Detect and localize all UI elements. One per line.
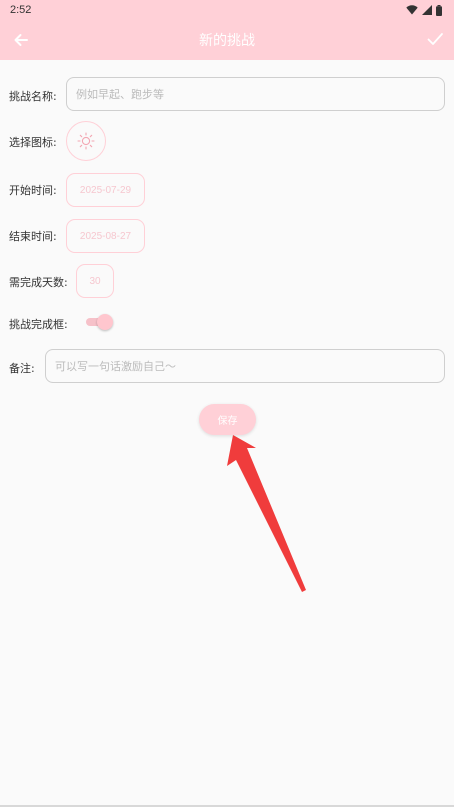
annotation-arrow <box>227 435 306 592</box>
arrow-shape <box>227 435 306 592</box>
